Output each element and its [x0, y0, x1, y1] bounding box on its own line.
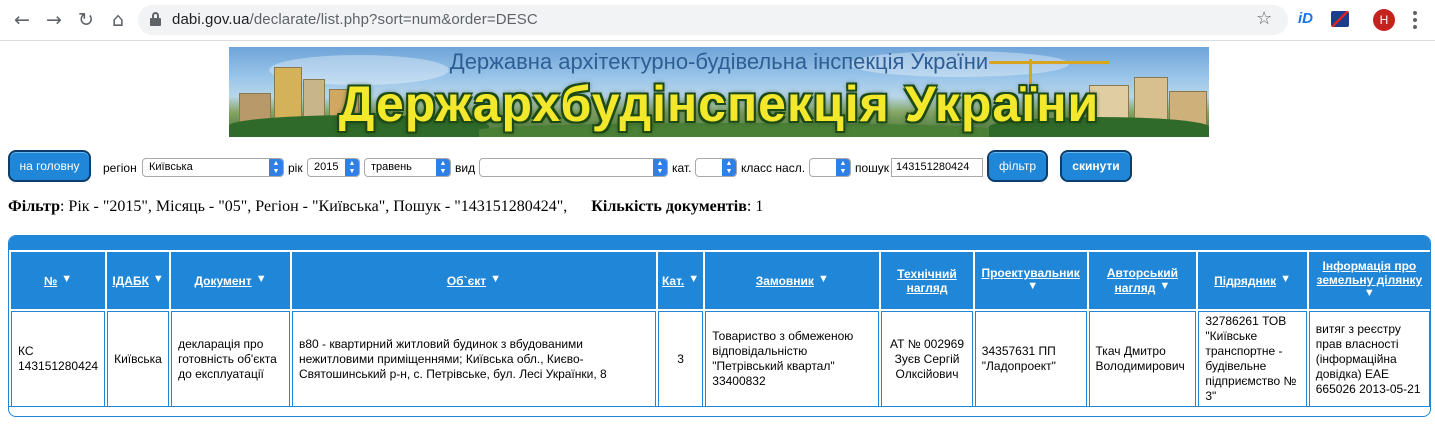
browser-toolbar: ← → ↻ ⌂ dabi.gov.ua/declarate/list.php?s…	[0, 0, 1435, 41]
filter-summary: Фільтр: Рік - "2015", Місяць - "05", Рег…	[8, 198, 763, 216]
sort-down-icon: ▼	[1280, 273, 1291, 285]
back-arrow-icon[interactable]: ←	[10, 8, 34, 32]
category-label: кат.	[672, 161, 692, 175]
year-label: рік	[288, 161, 303, 175]
select-arrows-icon: ▲ ▼	[436, 159, 450, 176]
cell-idabk: Київська	[107, 311, 170, 407]
type-label: вид	[455, 161, 476, 175]
table-header-row: № ▼ ІДАБК ▼ Документ ▼ Об`єкт ▼ Кат. ▼ Замовн…	[11, 252, 1430, 309]
filter-bar: на головну регіон Київська ▲ ▼ рік 2015 ▲ ▼ …	[0, 150, 1435, 184]
search-input[interactable]: 143151280424	[891, 158, 983, 177]
filter-summary-label: Фільтр	[8, 198, 60, 215]
sort-down-icon: ▼	[1159, 280, 1171, 292]
home-button[interactable]: на головну	[8, 150, 91, 182]
column-header-author-supervision[interactable]: Авторський нагляд ▼	[1088, 252, 1197, 309]
column-header-category[interactable]: Кат. ▼	[657, 252, 704, 309]
type-select[interactable]: ▲ ▼	[479, 158, 668, 177]
sort-down-icon: ▼	[1027, 280, 1039, 292]
year-select[interactable]: 2015 ▲ ▼	[307, 158, 360, 177]
select-arrows-icon: ▲ ▼	[653, 159, 667, 176]
column-header-designer[interactable]: Проектувальник▼	[974, 252, 1087, 309]
browser-menu-icon[interactable]	[1412, 9, 1418, 31]
month-select[interactable]: травень ▲ ▼	[364, 158, 451, 177]
sort-down-icon: ▼	[152, 273, 164, 285]
select-arrows-icon: ▲ ▼	[269, 159, 283, 176]
document-count-label: Кількість документів	[591, 198, 747, 215]
address-bar[interactable]: dabi.gov.ua/declarate/list.php?sort=num&…	[138, 5, 1288, 35]
column-header-customer[interactable]: Замовник ▼	[705, 252, 880, 309]
column-header-num[interactable]: № ▼	[11, 252, 106, 309]
url-text: dabi.gov.ua/declarate/list.php?sort=num&…	[172, 11, 538, 28]
sort-down-icon: ▼	[490, 273, 501, 285]
sort-down-icon: ▼	[1363, 287, 1375, 299]
select-arrows-icon: ▲ ▼	[722, 159, 736, 176]
site-banner: Державна архітектурно-будівельна інспекц…	[229, 47, 1209, 137]
column-header-tech-supervision[interactable]: Технічний нагляд	[881, 252, 973, 309]
class-select[interactable]: ▲ ▼	[809, 158, 851, 177]
cell-contractor: 32786261 ТОВ "Київське транспортне - буд…	[1198, 311, 1307, 407]
cell-land-info: витяг з реєстру прав власності (інформац…	[1308, 311, 1430, 407]
table-row[interactable]: КС 143151280424 Київська декларація про …	[11, 311, 1430, 407]
profile-avatar[interactable]: H	[1373, 9, 1395, 31]
banner-subtitle: Державна архітектурно-будівельна інспекц…	[449, 49, 989, 74]
search-label: пошук	[855, 161, 890, 175]
cell-object: в80 - квартирний житловий будинок з вбуд…	[291, 311, 656, 407]
extension-id-icon[interactable]: iD	[1298, 10, 1313, 27]
class-label: класс насл.	[741, 161, 806, 175]
select-arrows-icon: ▲ ▼	[836, 159, 850, 176]
reset-button[interactable]: скинути	[1060, 150, 1132, 182]
column-header-document[interactable]: Документ ▼	[171, 252, 290, 309]
sort-down-icon: ▼	[255, 273, 267, 285]
banner-title: Держархбудінспекція України	[338, 76, 1100, 132]
results-table: № ▼ ІДАБК ▼ Документ ▼ Об`єкт ▼ Кат. ▼ Замовн…	[9, 250, 1430, 409]
cell-document: декларація про готовність об'єкта до екс…	[171, 311, 290, 407]
forward-arrow-icon[interactable]: →	[42, 8, 66, 32]
region-select[interactable]: Київська ▲ ▼	[142, 158, 284, 177]
cell-author-supervision: Ткач Дмитро Володимирович	[1088, 311, 1197, 407]
results-table-container: № ▼ ІДАБК ▼ Документ ▼ Об`єкт ▼ Кат. ▼ Замовн…	[8, 235, 1431, 417]
category-select[interactable]: ▲ ▼	[695, 158, 737, 177]
select-arrows-icon: ▲ ▼	[345, 159, 359, 176]
column-header-contractor[interactable]: Підрядник ▼	[1198, 252, 1307, 309]
column-header-object[interactable]: Об`єкт ▼	[291, 252, 656, 309]
sort-down-icon: ▼	[688, 273, 700, 285]
column-header-idabk[interactable]: ІДАБК ▼	[107, 252, 170, 309]
filter-button[interactable]: фільтр	[987, 150, 1048, 182]
cell-designer: 34357631 ПП "Ладопроект"	[974, 311, 1087, 407]
sort-down-icon: ▼	[817, 273, 829, 285]
column-header-land-info[interactable]: Інформація про земельну ділянку ▼	[1308, 252, 1430, 309]
sort-down-icon: ▼	[61, 273, 73, 285]
reload-icon[interactable]: ↻	[74, 8, 98, 32]
document-count-value: : 1	[746, 198, 764, 215]
cell-category: 3	[657, 311, 704, 407]
extension-flag-icon[interactable]	[1331, 11, 1349, 27]
home-icon[interactable]: ⌂	[106, 8, 130, 32]
filter-summary-text: : Рік - "2015", Місяць - "05", Регіон - …	[59, 198, 568, 215]
bookmark-star-icon[interactable]: ☆	[1256, 8, 1272, 29]
lock-icon	[150, 12, 161, 26]
cell-tech-supervision: АТ № 002969 Зуєв Сергій Олксійович	[881, 311, 973, 407]
region-label: регіон	[103, 161, 137, 175]
cell-customer: Товариство з обмеженою відповідальністю …	[705, 311, 880, 407]
cell-num: КС 143151280424	[11, 311, 106, 407]
